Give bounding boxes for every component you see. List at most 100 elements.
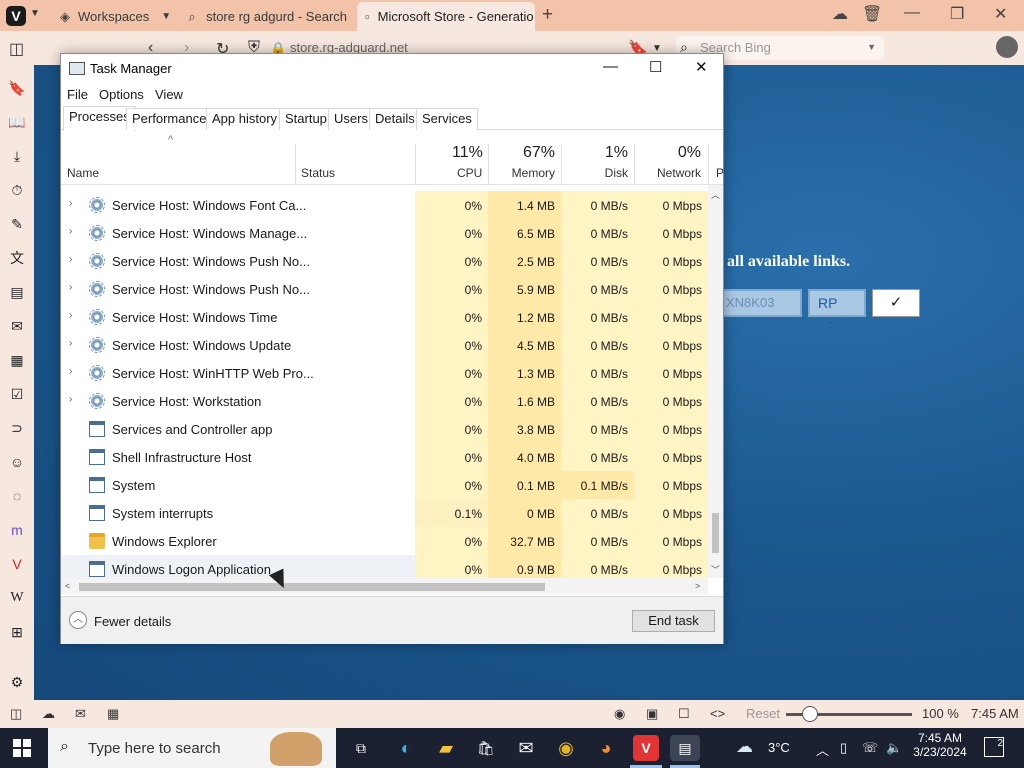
scroll-right-icon[interactable]: > <box>695 581 700 591</box>
weather-temp[interactable]: 3°C <box>768 740 790 755</box>
mastodon-icon[interactable]: m <box>7 520 27 540</box>
scroll-thumb[interactable] <box>79 583 545 591</box>
tab-microsoft-store[interactable]: ▫ Microsoft Store - Generatio <box>357 2 535 31</box>
column-cpu[interactable]: CPU <box>457 166 482 180</box>
image-icon[interactable]: ▣ <box>646 706 658 722</box>
menu-options[interactable]: Options <box>99 87 144 102</box>
start-button[interactable] <box>13 739 31 757</box>
column-power-cut[interactable]: P <box>716 166 724 180</box>
vivaldi-taskbar-icon[interactable]: V <box>633 735 659 761</box>
column-memory[interactable]: Memory <box>505 166 555 180</box>
process-row[interactable]: Shell Infrastructure Host 0% 4.0 MB 0 MB/s 0… <box>61 443 708 471</box>
tab-startup[interactable]: Startup <box>279 108 333 130</box>
process-row[interactable]: Windows Explorer 0% 32.7 MB 0 MB/s 0 Mbps <box>61 527 708 555</box>
mail-icon[interactable]: ✉ <box>513 735 539 761</box>
process-row[interactable]: › Service Host: Windows Time 0% 1.2 MB 0 MB/… <box>61 303 708 331</box>
expand-chevron-icon[interactable]: › <box>69 282 72 293</box>
mail-icon[interactable]: ✉ <box>7 316 27 336</box>
tab-processes[interactable]: Processes <box>63 106 136 131</box>
close-button[interactable]: ✕ <box>994 4 1007 24</box>
horizontal-scrollbar[interactable]: < > <box>61 578 708 594</box>
fewer-details-link[interactable]: Fewer details <box>94 614 171 629</box>
scroll-up-icon[interactable]: ︿ <box>711 188 720 201</box>
new-tab-button[interactable]: + <box>542 4 553 26</box>
process-row[interactable]: › Service Host: Workstation 0% 1.6 MB 0 MB/s… <box>61 387 708 415</box>
task-view-icon[interactable]: ⧉ <box>348 735 374 761</box>
cloud-sync-icon[interactable]: ☁ <box>42 706 55 722</box>
vivaldi-icon[interactable]: V <box>7 554 27 574</box>
expand-chevron-icon[interactable]: › <box>69 254 72 265</box>
tab-app-history[interactable]: App history <box>206 108 284 130</box>
settings-gear-icon[interactable]: ⚙ <box>7 672 27 692</box>
column-status[interactable]: Status <box>301 166 335 180</box>
cloud-icon[interactable]: ☁ <box>832 4 848 24</box>
contacts-icon[interactable]: ☺ <box>7 452 27 472</box>
chat-icon[interactable]: ◌ <box>7 486 27 506</box>
chevron-down-icon[interactable]: ▼ <box>30 8 40 19</box>
add-panel-icon[interactable]: ⊞ <box>7 622 27 642</box>
notifications-button[interactable]: 2 <box>984 737 1004 757</box>
volume-icon[interactable]: 🔈 <box>886 740 902 756</box>
code-icon[interactable]: <> <box>710 706 725 721</box>
downloads-icon[interactable]: ⤓ <box>7 146 27 166</box>
notes-icon[interactable]: ✎ <box>7 214 27 234</box>
end-task-button[interactable]: End task <box>632 610 715 632</box>
process-row[interactable]: › Service Host: Windows Push No... 0% 2.5 M… <box>61 247 708 275</box>
column-disk[interactable]: Disk <box>598 166 628 180</box>
store-icon[interactable]: 🛍 <box>473 735 499 761</box>
chevron-up-icon[interactable]: ︿ <box>816 740 829 759</box>
tab-performance[interactable]: Performance <box>126 108 213 130</box>
translate-icon[interactable]: 文 <box>7 248 27 268</box>
tab-users[interactable]: Users <box>328 108 374 130</box>
panel-toggle-icon[interactable]: ◫ <box>10 706 22 722</box>
process-row[interactable]: › Service Host: WinHTTP Web Pro... 0% 1.3 M… <box>61 359 708 387</box>
trash-icon[interactable]: 🗑 <box>862 4 882 24</box>
tablet-icon[interactable]: ▯ <box>840 740 847 756</box>
capture-icon[interactable]: ◉ <box>614 706 625 722</box>
scroll-down-icon[interactable]: ﹀ <box>711 563 720 576</box>
chrome-icon[interactable]: ◉ <box>553 735 579 761</box>
process-row[interactable]: System interrupts 0.1% 0 MB 0 MB/s 0 Mbps <box>61 499 708 527</box>
vertical-scrollbar[interactable]: ︿ ﹀ <box>708 185 723 578</box>
calendar-icon[interactable]: ▦ <box>107 706 119 722</box>
window-panel-icon[interactable]: ▤ <box>7 282 27 302</box>
minimize-button[interactable]: — <box>603 58 618 75</box>
expand-chevron-icon[interactable]: › <box>69 338 72 349</box>
menu-view[interactable]: View <box>155 87 183 102</box>
tab-search[interactable]: ⌕ store rg adgurd - Search <box>178 2 355 31</box>
edge-icon[interactable]: ◐ <box>393 735 419 761</box>
tab-details[interactable]: Details <box>369 108 421 130</box>
minimize-button[interactable]: — <box>904 4 920 22</box>
process-row[interactable]: › Service Host: Windows Update 0% 4.5 MB 0 M… <box>61 331 708 359</box>
tasks-icon[interactable]: ☑ <box>7 384 27 404</box>
tile-icon[interactable]: ☐ <box>678 706 690 722</box>
column-name[interactable]: Name <box>67 166 99 180</box>
column-network[interactable]: Network <box>651 166 701 180</box>
bookmarks-icon[interactable]: 🔖 <box>7 78 27 98</box>
history-icon[interactable]: ⏱ <box>7 180 27 200</box>
calendar-icon[interactable]: ▦ <box>7 350 27 370</box>
process-row[interactable]: › Service Host: Windows Push No... 0% 5.9 M… <box>61 275 708 303</box>
product-id-input[interactable]: XN8K03 <box>720 289 802 317</box>
maximize-button[interactable]: ☐ <box>649 58 662 76</box>
profile-avatar[interactable] <box>996 36 1018 58</box>
vivaldi-menu-button[interactable]: V <box>6 6 26 26</box>
process-row[interactable]: Services and Controller app 0% 3.8 MB 0 MB/… <box>61 415 708 443</box>
close-button[interactable]: ✕ <box>695 58 708 76</box>
expand-chevron-icon[interactable]: › <box>69 226 72 237</box>
process-row[interactable]: › Service Host: Windows Font Ca... 0% 1.4 M… <box>61 191 708 219</box>
weather-icon[interactable]: ☁ <box>736 737 753 757</box>
process-row[interactable]: › Service Host: Windows Manage... 0% 6.5 MB… <box>61 219 708 247</box>
expand-chevron-icon[interactable]: › <box>69 310 72 321</box>
firefox-icon[interactable]: ◕ <box>593 735 619 761</box>
task-manager-taskbar-icon[interactable]: ▤ <box>670 735 700 761</box>
scroll-left-icon[interactable]: < <box>65 581 70 591</box>
network-icon[interactable]: ☏ <box>862 740 878 756</box>
workspaces-button[interactable]: ◈ Workspaces ▼ <box>52 2 176 31</box>
expand-chevron-icon[interactable]: › <box>69 394 72 405</box>
feeds-icon[interactable]: ⊃ <box>7 418 27 438</box>
wikipedia-icon[interactable]: W <box>7 588 27 608</box>
ring-select[interactable]: RP ⌄ <box>808 289 866 327</box>
submit-button[interactable]: ✓ <box>872 289 920 317</box>
tab-services[interactable]: Services <box>416 108 478 130</box>
